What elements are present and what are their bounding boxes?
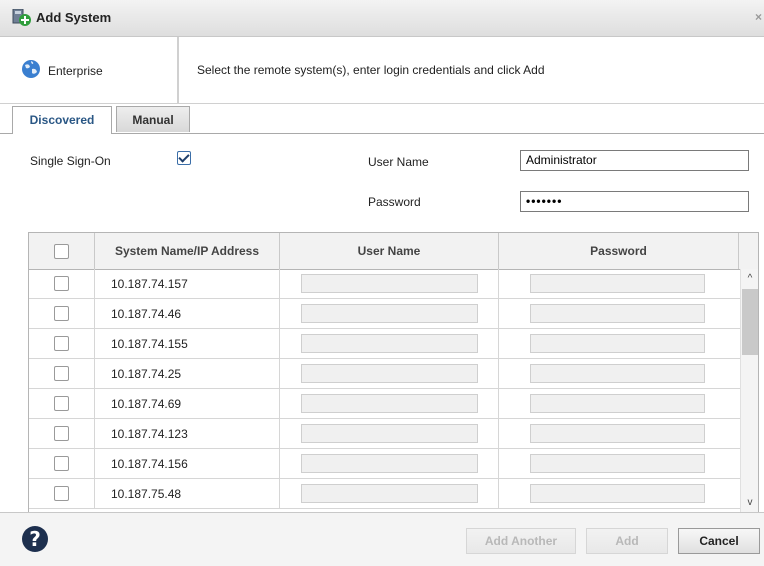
dialog-header: Enterprise Select the remote system(s), … — [0, 37, 764, 104]
row-checkbox[interactable] — [54, 276, 69, 291]
username-cell — [280, 359, 499, 388]
password-field[interactable]: ••••••• — [520, 191, 749, 212]
tab-manual[interactable]: Manual — [116, 106, 190, 132]
scroll-up-icon[interactable]: ^ — [741, 273, 758, 287]
row-password-input[interactable] — [530, 334, 705, 353]
tab-bar: Discovered Manual — [0, 103, 764, 134]
grid-scrollbar[interactable]: ^ v — [740, 269, 758, 512]
password-cell — [499, 419, 740, 448]
table-row: 10.187.74.69 — [29, 389, 740, 419]
systems-grid: System Name/IP Address User Name Passwor… — [28, 232, 759, 512]
column-header-password[interactable]: Password — [499, 233, 739, 269]
row-checkbox[interactable] — [54, 456, 69, 471]
add-button[interactable]: Add — [586, 528, 668, 554]
table-row: 10.187.75.48 — [29, 479, 740, 509]
row-password-input[interactable] — [530, 394, 705, 413]
dialog-footer: ? Add Another Add Cancel — [0, 512, 764, 566]
row-username-input[interactable] — [301, 424, 478, 443]
row-checkbox[interactable] — [54, 366, 69, 381]
username-cell — [280, 419, 499, 448]
enterprise-label: Enterprise — [48, 64, 103, 78]
row-select-cell — [29, 389, 95, 418]
row-username-input[interactable] — [301, 454, 478, 473]
row-password-input[interactable] — [530, 364, 705, 383]
sso-label: Single Sign-On — [30, 154, 111, 168]
row-password-input[interactable] — [530, 454, 705, 473]
username-cell — [280, 329, 499, 358]
username-cell — [280, 449, 499, 478]
system-address: 10.187.74.156 — [111, 457, 188, 471]
select-all-checkbox[interactable] — [54, 243, 69, 259]
password-cell — [499, 299, 740, 328]
row-password-input[interactable] — [530, 304, 705, 323]
password-cell — [499, 479, 740, 508]
system-address: 10.187.75.48 — [111, 487, 182, 501]
row-username-input[interactable] — [301, 364, 478, 383]
add-system-dialog: Add System × Enterprise Select the remot… — [0, 0, 764, 566]
title-bar: Add System × — [0, 0, 764, 37]
username-cell — [280, 479, 499, 508]
row-username-input[interactable] — [301, 274, 478, 293]
row-checkbox[interactable] — [54, 426, 69, 441]
password-cell — [499, 269, 740, 298]
sso-checkbox[interactable] — [177, 151, 191, 165]
username-field[interactable]: Administrator — [520, 150, 749, 171]
row-username-input[interactable] — [301, 334, 478, 353]
select-all-cell — [29, 233, 95, 269]
row-password-input[interactable] — [530, 484, 705, 503]
username-label: User Name — [368, 155, 429, 169]
password-cell — [499, 449, 740, 478]
tab-discovered[interactable]: Discovered — [12, 106, 112, 134]
instructions-text: Select the remote system(s), enter login… — [197, 63, 545, 77]
close-icon[interactable]: × — [755, 10, 762, 24]
cancel-button[interactable]: Cancel — [678, 528, 760, 554]
row-select-cell — [29, 419, 95, 448]
password-cell — [499, 389, 740, 418]
username-cell — [280, 299, 499, 328]
column-header-username[interactable]: User Name — [280, 233, 499, 269]
system-address: 10.187.74.69 — [111, 397, 182, 411]
table-row: 10.187.74.46 — [29, 299, 740, 329]
row-checkbox[interactable] — [54, 486, 69, 501]
username-cell — [280, 389, 499, 418]
system-address: 10.187.74.46 — [111, 307, 182, 321]
scroll-down-icon[interactable]: v — [741, 497, 758, 511]
row-select-cell — [29, 269, 95, 298]
system-address: 10.187.74.157 — [111, 277, 188, 291]
password-cell — [499, 329, 740, 358]
row-select-cell — [29, 359, 95, 388]
scroll-thumb[interactable] — [742, 289, 758, 355]
row-checkbox[interactable] — [54, 396, 69, 411]
row-password-input[interactable] — [530, 274, 705, 293]
row-username-input[interactable] — [301, 304, 478, 323]
table-row: 10.187.74.157 — [29, 269, 740, 299]
column-header-address[interactable]: System Name/IP Address — [95, 233, 280, 269]
table-row: 10.187.74.123 — [29, 419, 740, 449]
row-checkbox[interactable] — [54, 306, 69, 321]
globe-icon — [22, 60, 40, 78]
table-row: 10.187.74.155 — [29, 329, 740, 359]
add-another-button[interactable]: Add Another — [466, 528, 576, 554]
help-icon[interactable]: ? — [22, 526, 48, 552]
system-address: 10.187.74.123 — [111, 427, 188, 441]
row-select-cell — [29, 329, 95, 358]
system-address: 10.187.74.155 — [111, 337, 188, 351]
username-cell — [280, 269, 499, 298]
enterprise-panel: Enterprise — [0, 37, 179, 103]
password-cell — [499, 359, 740, 388]
row-username-input[interactable] — [301, 484, 478, 503]
system-address: 10.187.74.25 — [111, 367, 182, 381]
row-select-cell — [29, 479, 95, 508]
row-username-input[interactable] — [301, 394, 478, 413]
dialog-title: Add System — [36, 10, 112, 25]
row-select-cell — [29, 299, 95, 328]
row-select-cell — [29, 449, 95, 478]
grid-header: System Name/IP Address User Name Passwor… — [29, 233, 758, 270]
add-system-icon — [12, 9, 31, 26]
table-row: 10.187.74.25 — [29, 359, 740, 389]
table-row: 10.187.74.156 — [29, 449, 740, 479]
row-password-input[interactable] — [530, 424, 705, 443]
row-checkbox[interactable] — [54, 336, 69, 351]
password-label: Password — [368, 195, 421, 209]
